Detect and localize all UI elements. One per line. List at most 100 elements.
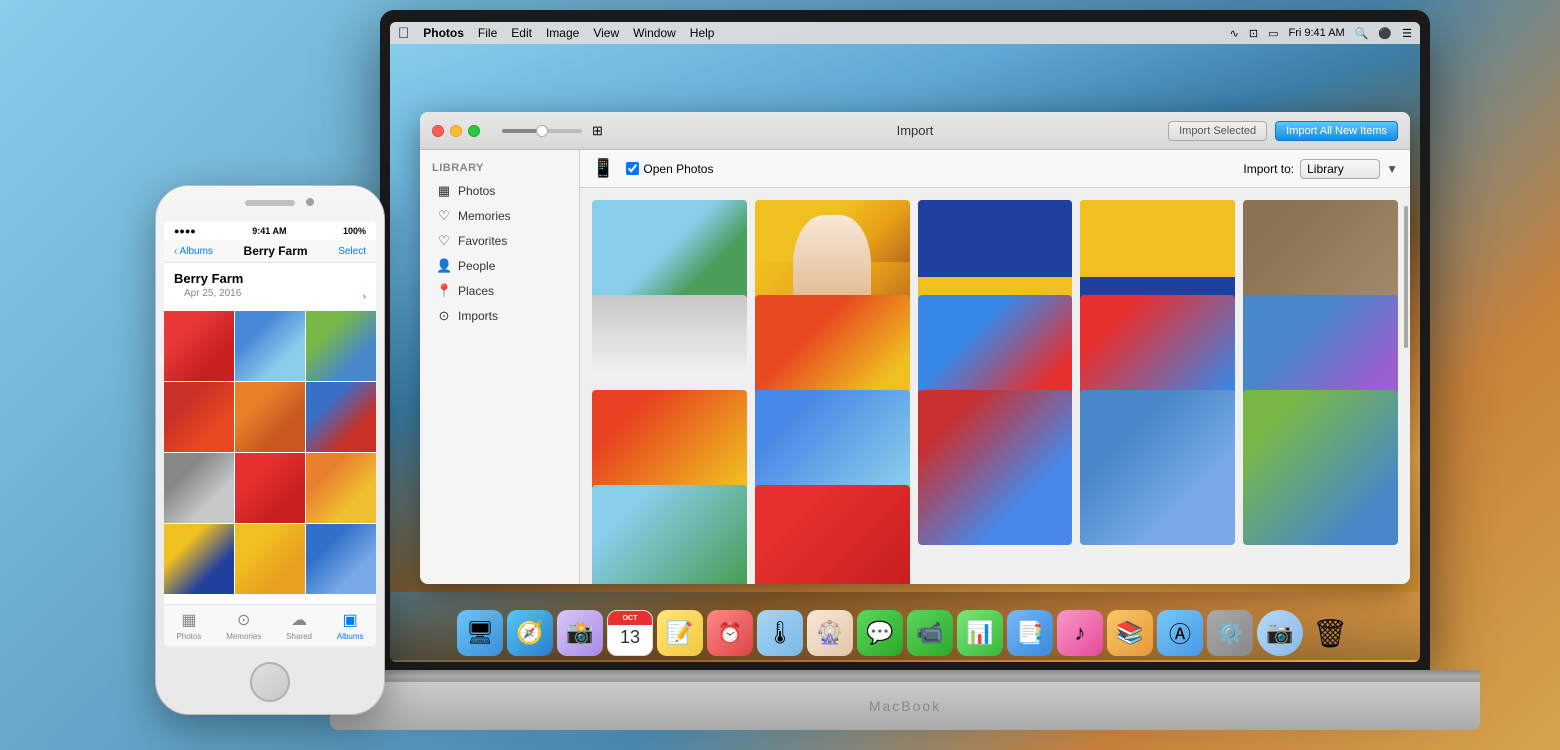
zoom-slider[interactable] [502,129,582,133]
dock-item-pinwheel[interactable]: 🎡 [807,610,853,656]
sidebar-photos-label: Photos [458,184,495,198]
iphone-photo[interactable] [235,382,305,452]
notification-icon[interactable]: ☰ [1402,27,1412,40]
menu-photos[interactable]: Photos [423,26,464,40]
info-chevron[interactable]: › [363,291,366,302]
sidebar-item-imports[interactable]: ⊙ Imports [424,304,575,328]
maximize-button[interactable] [468,125,480,137]
dock-item-weather[interactable]: 🌡 [757,610,803,656]
iphone-camera [306,198,314,206]
nav-title: Berry Farm [244,244,308,258]
close-button[interactable] [432,125,444,137]
iphone-side-button[interactable] [384,306,385,346]
iphone-photo[interactable] [235,453,305,523]
open-photos-checkbox-label[interactable]: Open Photos [626,162,713,176]
dock-item-photos-library[interactable]: 📷 [1257,610,1303,656]
dock-item-trash[interactable]: 🗑 [1307,610,1353,656]
window-titlebar: ⊞ Import Import Selected Import All New … [420,112,1410,150]
clock: Fri 9:41 AM [1288,27,1344,39]
iphone-speaker [245,200,295,206]
back-button[interactable]: ‹ Albums [174,246,213,257]
select-chevron-icon: ▼ [1386,162,1398,176]
menu-edit[interactable]: Edit [511,26,532,40]
import-to-select[interactable]: Library [1300,159,1380,179]
photo-thumb[interactable] [592,485,747,584]
tab-memories-label: Memories [226,632,261,641]
sidebar-item-favorites[interactable]: ♡ Favorites [424,229,575,253]
photo-thumb[interactable] [1080,390,1235,545]
menu-help[interactable]: Help [690,26,715,40]
tab-shared-label: Shared [286,632,312,641]
tab-photos[interactable]: ▦ Photos [176,610,201,641]
dock-item-preferences[interactable]: ⚙️ [1207,610,1253,656]
sidebar-item-memories[interactable]: ♡ Memories [424,204,575,228]
dock-item-finder[interactable]: 🖥 [457,610,503,656]
iphone-photo[interactable] [306,524,376,594]
import-toolbar: 📱 Open Photos Import to: Library ▼ [580,150,1410,188]
scrollbar[interactable] [1404,206,1408,348]
menu-window[interactable]: Window [633,26,676,40]
open-photos-checkbox[interactable] [626,162,639,175]
wifi-icon: ∿ [1230,27,1239,40]
import-panel: 📱 Open Photos Import to: Library ▼ [580,150,1410,584]
tab-memories[interactable]: ⊙ Memories [226,610,261,641]
sidebar-item-people[interactable]: 👤 People [424,254,575,278]
import-selected-button[interactable]: Import Selected [1168,121,1267,141]
dock-item-itunes[interactable]: ♪ [1057,610,1103,656]
dock-item-notes[interactable]: 📝 [657,610,703,656]
dock-item-calendar[interactable]: OCT 13 [607,610,653,656]
minimize-button[interactable] [450,125,462,137]
sidebar-item-photos[interactable]: ▦ Photos [424,179,575,203]
tab-albums-label: Albums [337,632,364,641]
photo-grid [580,188,1410,584]
iphone-photo[interactable] [306,453,376,523]
tab-albums[interactable]: ▣ Albums [337,610,364,641]
iphone-body: ●●●● 9:41 AM 100% ‹ Albums Berry Farm Se… [155,185,385,715]
dock-item-safari[interactable]: 🧭 [507,610,553,656]
macbook-label: MacBook [869,698,941,714]
menubar-right: ∿ ⊡ ▭ Fri 9:41 AM 🔍 ⚫ ☰ [1230,27,1412,40]
search-icon[interactable]: 🔍 [1355,27,1369,40]
dock-item-reminders[interactable]: ⏰ [707,610,753,656]
menu-view[interactable]: View [593,26,619,40]
dock-item-appstore[interactable]: Ⓐ [1157,610,1203,656]
iphone-photo[interactable] [164,524,234,594]
tab-shared-icon: ☁ [291,610,307,630]
sidebar: Library ▦ Photos ♡ Memories ♡ Favorites [420,150,580,584]
iphone-photo[interactable] [164,311,234,381]
photo-thumb[interactable] [918,390,1073,545]
select-button[interactable]: Select [338,246,366,257]
iphone-photo[interactable] [235,524,305,594]
menu-image[interactable]: Image [546,26,579,40]
iphone-photo[interactable] [306,311,376,381]
sidebar-item-places[interactable]: 📍 Places [424,279,575,303]
dock-item-messages[interactable]: 💬 [857,610,903,656]
menu-file[interactable]: File [478,26,497,40]
sidebar-memories-label: Memories [458,209,511,223]
sidebar-people-label: People [458,259,495,273]
iphone-photo[interactable] [235,311,305,381]
dock-item-photos[interactable]: 📸 [557,610,603,656]
iphone-volume-up[interactable] [155,286,156,314]
iphone-navbar: ‹ Albums Berry Farm Select [164,240,376,263]
dock-item-ibooks[interactable]: 📚 [1107,610,1153,656]
iphone-volume-down[interactable] [155,326,156,354]
album-title: Berry Farm [164,263,376,288]
import-all-button[interactable]: Import All New Items [1275,121,1398,141]
dock-item-keynote[interactable]: 📑 [1007,610,1053,656]
apple-menu[interactable]:  [398,25,409,42]
photo-thumb[interactable] [755,485,910,584]
dock-item-facetime[interactable]: 📹 [907,610,953,656]
iphone-photo[interactable] [164,453,234,523]
dock-item-numbers[interactable]: 📊 [957,610,1003,656]
iphone-photo[interactable] [306,382,376,452]
iphone-home-button[interactable] [250,662,290,702]
sidebar-library-label: Library [420,158,579,178]
siri-icon[interactable]: ⚫ [1378,27,1392,40]
tab-shared[interactable]: ☁ Shared [286,610,312,641]
tab-albums-icon: ▣ [343,610,358,630]
iphone-photo[interactable] [164,382,234,452]
grid-view-icon[interactable]: ⊞ [592,123,603,139]
iphone: ●●●● 9:41 AM 100% ‹ Albums Berry Farm Se… [155,185,385,715]
photo-thumb[interactable] [1243,390,1398,545]
